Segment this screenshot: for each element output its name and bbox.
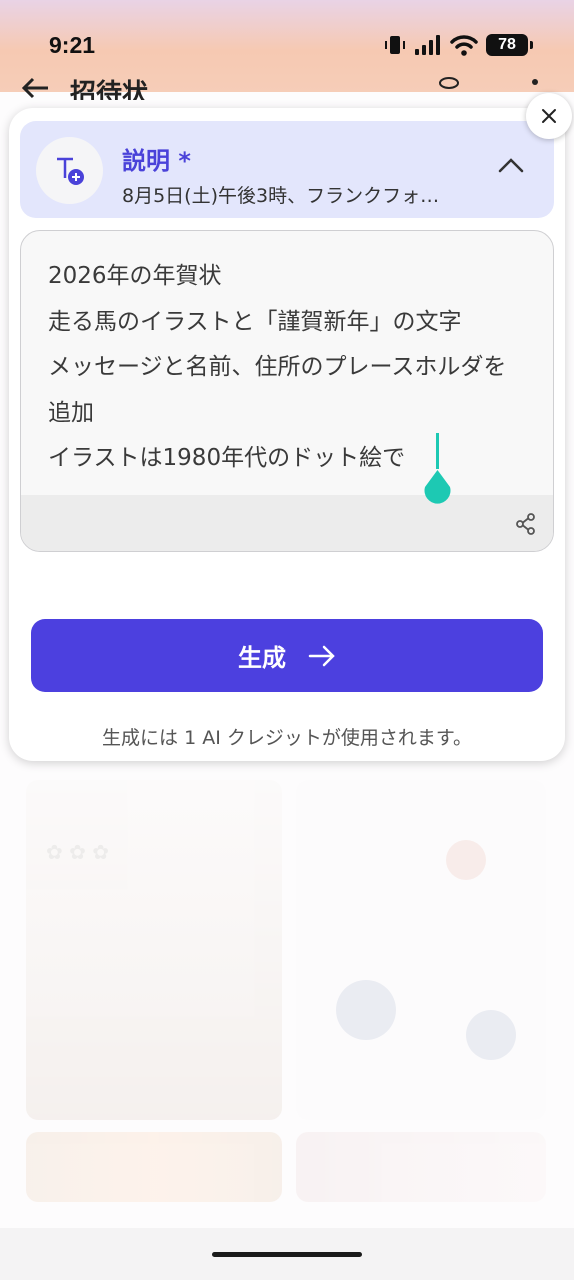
close-button[interactable]	[526, 93, 572, 139]
cursor-handle-icon[interactable]	[423, 470, 452, 505]
signal-icon	[415, 35, 440, 55]
page-title: 招待状	[70, 79, 149, 100]
background-template-grid: ✿ ✿ ✿	[0, 760, 574, 1202]
planet-decoration	[336, 980, 396, 1040]
template-card-art: ✿ ✿ ✿	[46, 840, 109, 864]
template-card	[26, 1132, 282, 1202]
wifi-icon	[450, 35, 478, 56]
text-add-icon	[56, 157, 84, 185]
vibrate-icon	[385, 36, 405, 54]
app-header: 招待状	[0, 70, 574, 100]
prompt-text[interactable]: 2026年の年賀状 走る馬のイラストと「謹賀新年」の文字 メッセージと名前、住所…	[48, 254, 528, 482]
chevron-up-icon[interactable]	[498, 157, 524, 173]
close-icon	[542, 109, 556, 123]
generate-button[interactable]: 生成	[31, 619, 543, 692]
battery-level: 78	[498, 36, 516, 53]
arrow-right-icon	[308, 645, 335, 666]
share-icon[interactable]	[515, 513, 537, 535]
text-cursor	[436, 433, 439, 469]
status-icons: 78	[384, 34, 533, 56]
section-title: 説明 *	[122, 147, 191, 175]
planet-decoration	[446, 840, 486, 880]
generate-button-label: 生成	[238, 645, 286, 672]
section-icon-container	[36, 137, 103, 204]
template-card	[296, 780, 546, 1120]
planet-decoration	[466, 1010, 516, 1060]
credit-usage-note: 生成には 1 AI クレジットが使用されます。	[102, 727, 472, 749]
prompt-footer	[21, 495, 553, 551]
template-card: ✿ ✿ ✿	[26, 780, 282, 1120]
template-card	[296, 1132, 546, 1202]
battery-icon: 78	[486, 34, 533, 56]
status-time: 9:21	[49, 32, 96, 58]
home-indicator[interactable]	[212, 1252, 362, 1257]
prompt-textarea[interactable]: 2026年の年賀状 走る馬のイラストと「謹賀新年」の文字 メッセージと名前、住所…	[20, 230, 554, 552]
bottom-navigation-bar	[0, 1228, 574, 1280]
database-icon[interactable]	[438, 76, 460, 100]
back-arrow-icon[interactable]	[20, 76, 50, 100]
section-summary: 8月5日(土)午後3時、フランクフォ…	[122, 185, 440, 207]
description-section-header[interactable]: 説明 * 8月5日(土)午後3時、フランクフォ…	[20, 121, 554, 218]
